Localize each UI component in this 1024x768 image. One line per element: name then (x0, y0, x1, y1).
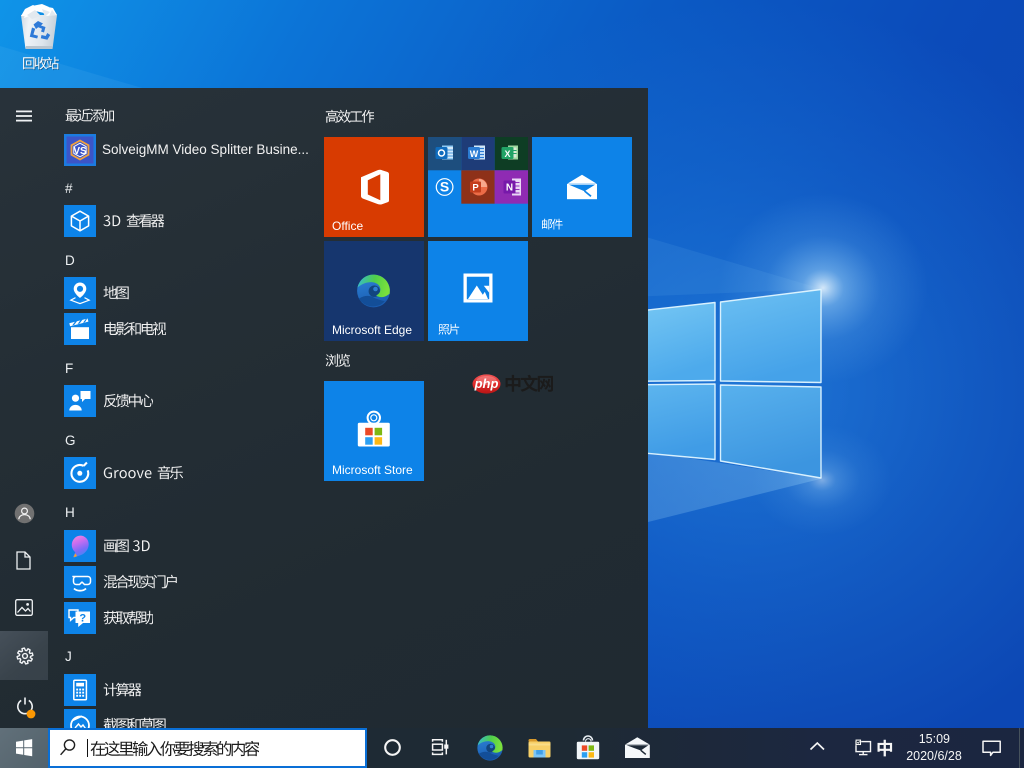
svg-text:P: P (472, 183, 479, 194)
svg-text:VS: VS (73, 146, 87, 157)
svg-text:Office: Office (332, 219, 363, 233)
svg-text:S: S (440, 179, 449, 195)
svg-text:?: ? (79, 613, 86, 625)
svg-text:Microsoft Store: Microsoft Store (332, 463, 413, 477)
svg-text:W: W (470, 149, 479, 159)
svg-text:Microsoft Edge: Microsoft Edge (332, 323, 412, 337)
svg-text:X: X (504, 149, 510, 159)
svg-text:N: N (506, 183, 513, 194)
svg-text:php: php (474, 376, 499, 391)
